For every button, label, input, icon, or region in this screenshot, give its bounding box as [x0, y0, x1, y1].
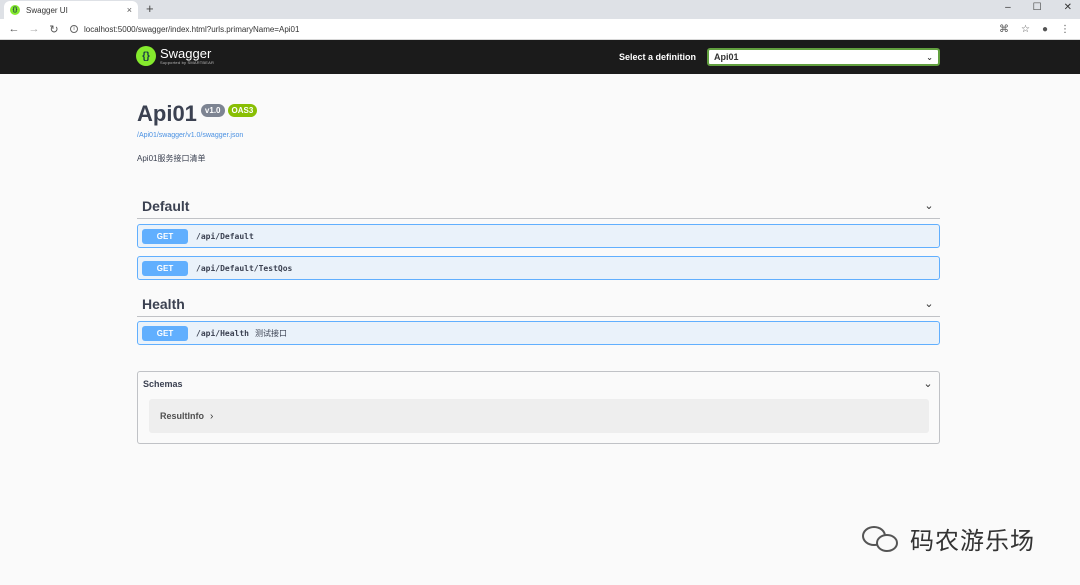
- chevron-right-icon[interactable]: ›: [210, 411, 213, 422]
- definition-select-value: Api01: [714, 52, 739, 62]
- address-bar-actions: ⌘ ☆ ● ⋮: [999, 24, 1070, 35]
- tab-title: Swagger UI: [26, 5, 68, 15]
- swagger-topbar: {} Swagger Supported by SMARTBEAR Select…: [0, 40, 1080, 74]
- spec-url-link[interactable]: /Api01/swagger/v1.0/swagger.json: [137, 132, 243, 139]
- window-controls: – ☐ ✕: [1005, 2, 1072, 13]
- swagger-favicon-icon: {}: [10, 5, 20, 15]
- chevron-down-icon[interactable]: ⌄: [918, 199, 940, 212]
- version-badge: v1.0: [200, 104, 225, 117]
- watermark: 码农游乐场: [862, 521, 1035, 556]
- chevron-down-icon[interactable]: ⌄: [918, 297, 940, 310]
- back-arrow-icon[interactable]: ←: [6, 23, 22, 35]
- schemas-title: Schemas: [143, 378, 183, 389]
- watermark-text: 码农游乐场: [910, 528, 1035, 555]
- model-resultinfo[interactable]: ResultInfo ›: [149, 399, 929, 433]
- swagger-logo[interactable]: {} Swagger Supported by SMARTBEAR: [136, 46, 214, 66]
- maximize-button[interactable]: ☐: [1033, 2, 1042, 13]
- schemas-section: Schemas ⌄ ResultInfo ›: [137, 371, 940, 444]
- operation-path: /api/Default: [196, 231, 254, 241]
- chevron-down-icon[interactable]: ⌄: [917, 377, 939, 390]
- api-info: Api01 v1.0 OAS3: [137, 100, 258, 128]
- close-window-button[interactable]: ✕: [1064, 2, 1072, 13]
- method-badge: GET: [142, 325, 188, 341]
- address-bar: ← → ↻ i localhost:5000/swagger/index.htm…: [0, 19, 1080, 40]
- url-field[interactable]: i localhost:5000/swagger/index.html?urls…: [70, 21, 999, 37]
- method-badge: GET: [142, 260, 188, 276]
- tag-name: Health: [142, 295, 185, 312]
- operation-path: /api/Health: [196, 328, 249, 338]
- operation-get-api-default[interactable]: GET /api/Default: [137, 224, 940, 248]
- forward-arrow-icon[interactable]: →: [26, 23, 42, 35]
- page-title: Api01: [137, 101, 197, 126]
- logo-name: Swagger: [160, 45, 212, 61]
- oas-badge: OAS3: [227, 104, 258, 117]
- browser-tab-bar: {} Swagger UI × + – ☐ ✕: [0, 0, 1080, 19]
- translate-icon[interactable]: ⌘: [999, 24, 1009, 35]
- tag-name: Default: [142, 197, 190, 214]
- tag-default-header[interactable]: Default ⌄: [137, 193, 940, 219]
- profile-icon[interactable]: ●: [1042, 24, 1048, 35]
- menu-dots-icon[interactable]: ⋮: [1060, 24, 1070, 35]
- method-badge: GET: [142, 228, 188, 244]
- browser-tab[interactable]: {} Swagger UI ×: [4, 1, 138, 19]
- definition-select[interactable]: Api01 ⌄: [707, 48, 940, 66]
- tab-close-icon[interactable]: ×: [127, 5, 132, 15]
- url-text: localhost:5000/swagger/index.html?urls.p…: [84, 24, 300, 34]
- chevron-down-icon: ⌄: [926, 52, 933, 62]
- model-name: ResultInfo: [160, 411, 204, 421]
- operation-get-api-default-testqos[interactable]: GET /api/Default/TestQos: [137, 256, 940, 280]
- reload-icon[interactable]: ↻: [46, 23, 62, 36]
- swagger-logo-icon: {}: [136, 46, 156, 66]
- operation-path: /api/Default/TestQos: [196, 263, 293, 273]
- schemas-header[interactable]: Schemas ⌄: [138, 372, 939, 395]
- api-description: Api01服务接口清单: [137, 154, 206, 163]
- new-tab-button[interactable]: +: [146, 1, 154, 16]
- operation-get-api-health[interactable]: GET /api/Health 测试接口: [137, 321, 940, 345]
- minimize-button[interactable]: –: [1005, 2, 1011, 13]
- info-icon[interactable]: i: [70, 25, 78, 33]
- tag-health-header[interactable]: Health ⌄: [137, 291, 940, 317]
- definition-label: Select a definition: [619, 52, 697, 62]
- bookmark-star-icon[interactable]: ☆: [1021, 24, 1030, 35]
- logo-subtitle: Supported by SMARTBEAR: [160, 59, 215, 65]
- wechat-icon: [862, 524, 900, 554]
- operation-summary: 测试接口: [254, 328, 287, 338]
